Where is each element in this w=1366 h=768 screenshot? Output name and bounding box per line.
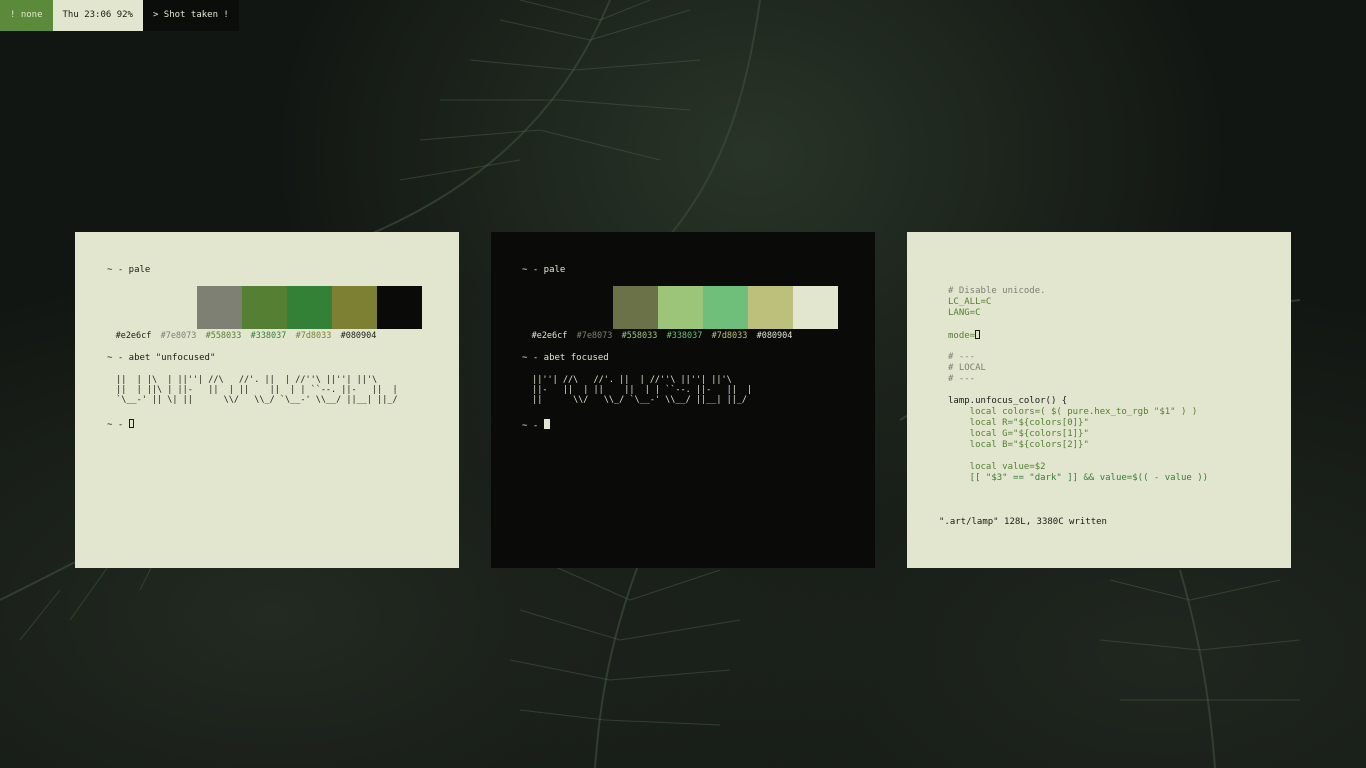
- palette-swatches: [568, 286, 838, 329]
- ascii-art: ||''| //\ //'. || | //''\ ||''| ||'\ ||-…: [532, 375, 753, 405]
- swatch-label-4: #7d8033: [295, 331, 332, 341]
- swatch-label-3: #338037: [250, 331, 287, 341]
- prompt-line: ~ - abet focused: [522, 353, 609, 363]
- code-line: LANG=C: [948, 308, 981, 318]
- swatch-2: [242, 286, 287, 329]
- swatch-1: [197, 286, 242, 329]
- code-line: local B="${colors[2]}": [948, 440, 1089, 450]
- code-line: # LOCAL: [948, 363, 986, 373]
- terminal-window-focused[interactable]: ~ - pale #e2e6cf #7e8073 #558033 #338037…: [491, 232, 875, 568]
- swatch-label-5: #080904: [340, 331, 377, 341]
- swatch-0: [152, 286, 197, 329]
- swatch-label-1: #7e8073: [160, 331, 197, 341]
- swatch-label-4: #7d8033: [711, 331, 748, 341]
- code-line: local value=$2: [948, 462, 1046, 472]
- editor-status-line: ".art/lamp" 128L, 3380C written: [939, 517, 1107, 527]
- prompt-line-active: ~ -: [107, 419, 134, 431]
- ascii-art: || | |\ | ||''| //\ //'. || | //''\ ||''…: [116, 375, 398, 405]
- swatch-3: [287, 286, 332, 329]
- swatch-5: [377, 286, 422, 329]
- swatch-4: [332, 286, 377, 329]
- swatch-4: [748, 286, 793, 329]
- notification-text: > Shot taken !: [142, 0, 239, 31]
- prompt-line-active: ~ -: [522, 419, 550, 432]
- terminal-window-unfocused[interactable]: ~ - pale #e2e6cf #7e8073 #558033 #338037…: [75, 232, 459, 568]
- swatch-label-5: #080904: [756, 331, 793, 341]
- cursor-icon: [975, 330, 981, 339]
- swatch-label-1: #7e8073: [576, 331, 613, 341]
- code-buffer[interactable]: # Disable unicode. LC_ALL=C LANG=C mode= # -…: [948, 286, 1208, 484]
- swatch-5: [793, 286, 838, 329]
- swatch-3: [703, 286, 748, 329]
- palette-labels: #e2e6cf #7e8073 #558033 #338037 #7d8033 …: [111, 331, 381, 342]
- swatch-label-3: #338037: [666, 331, 703, 341]
- swatch-label-0: #e2e6cf: [531, 331, 568, 341]
- prompt-line: ~ - pale: [107, 265, 151, 275]
- status-bar: ! none Thu 23:06 92% > Shot taken !: [0, 0, 239, 31]
- swatch-1: [613, 286, 658, 329]
- workspace-indicator[interactable]: ! none: [0, 0, 53, 31]
- swatch-2: [658, 286, 703, 329]
- code-line: # ---: [948, 374, 976, 384]
- palette-swatches: [152, 286, 422, 329]
- clock-battery: Thu 23:06 92%: [52, 0, 143, 31]
- code-line: local R="${colors[0]}": [948, 418, 1089, 428]
- code-line: [[ "$3" == "dark" ]] && value=$(( - valu…: [948, 473, 1209, 483]
- code-line: LC_ALL=C: [948, 297, 992, 307]
- palette-labels: #e2e6cf #7e8073 #558033 #338037 #7d8033 …: [527, 331, 797, 342]
- code-line: local G="${colors[1]}": [948, 429, 1089, 439]
- prompt-line: ~ - pale: [522, 265, 566, 275]
- swatch-label-2: #558033: [621, 331, 658, 341]
- cursor-icon: [128, 419, 134, 428]
- swatch-0: [568, 286, 613, 329]
- swatch-label-0: #e2e6cf: [115, 331, 152, 341]
- prompt-text: ~ -: [107, 420, 129, 430]
- code-line: lamp.unfocus_color() {: [948, 396, 1068, 406]
- code-line: local colors=( $( pure.hex_to_rgb "$1" )…: [948, 407, 1198, 417]
- prompt-line: ~ - abet "unfocused": [107, 353, 216, 363]
- code-line: mode=: [948, 330, 1208, 341]
- code-line: # ---: [948, 352, 976, 362]
- editor-window[interactable]: # Disable unicode. LC_ALL=C LANG=C mode= # -…: [907, 232, 1291, 568]
- code-line: # Disable unicode.: [948, 286, 1046, 296]
- swatch-label-2: #558033: [205, 331, 242, 341]
- cursor-icon: [543, 419, 550, 429]
- prompt-text: ~ -: [522, 421, 544, 431]
